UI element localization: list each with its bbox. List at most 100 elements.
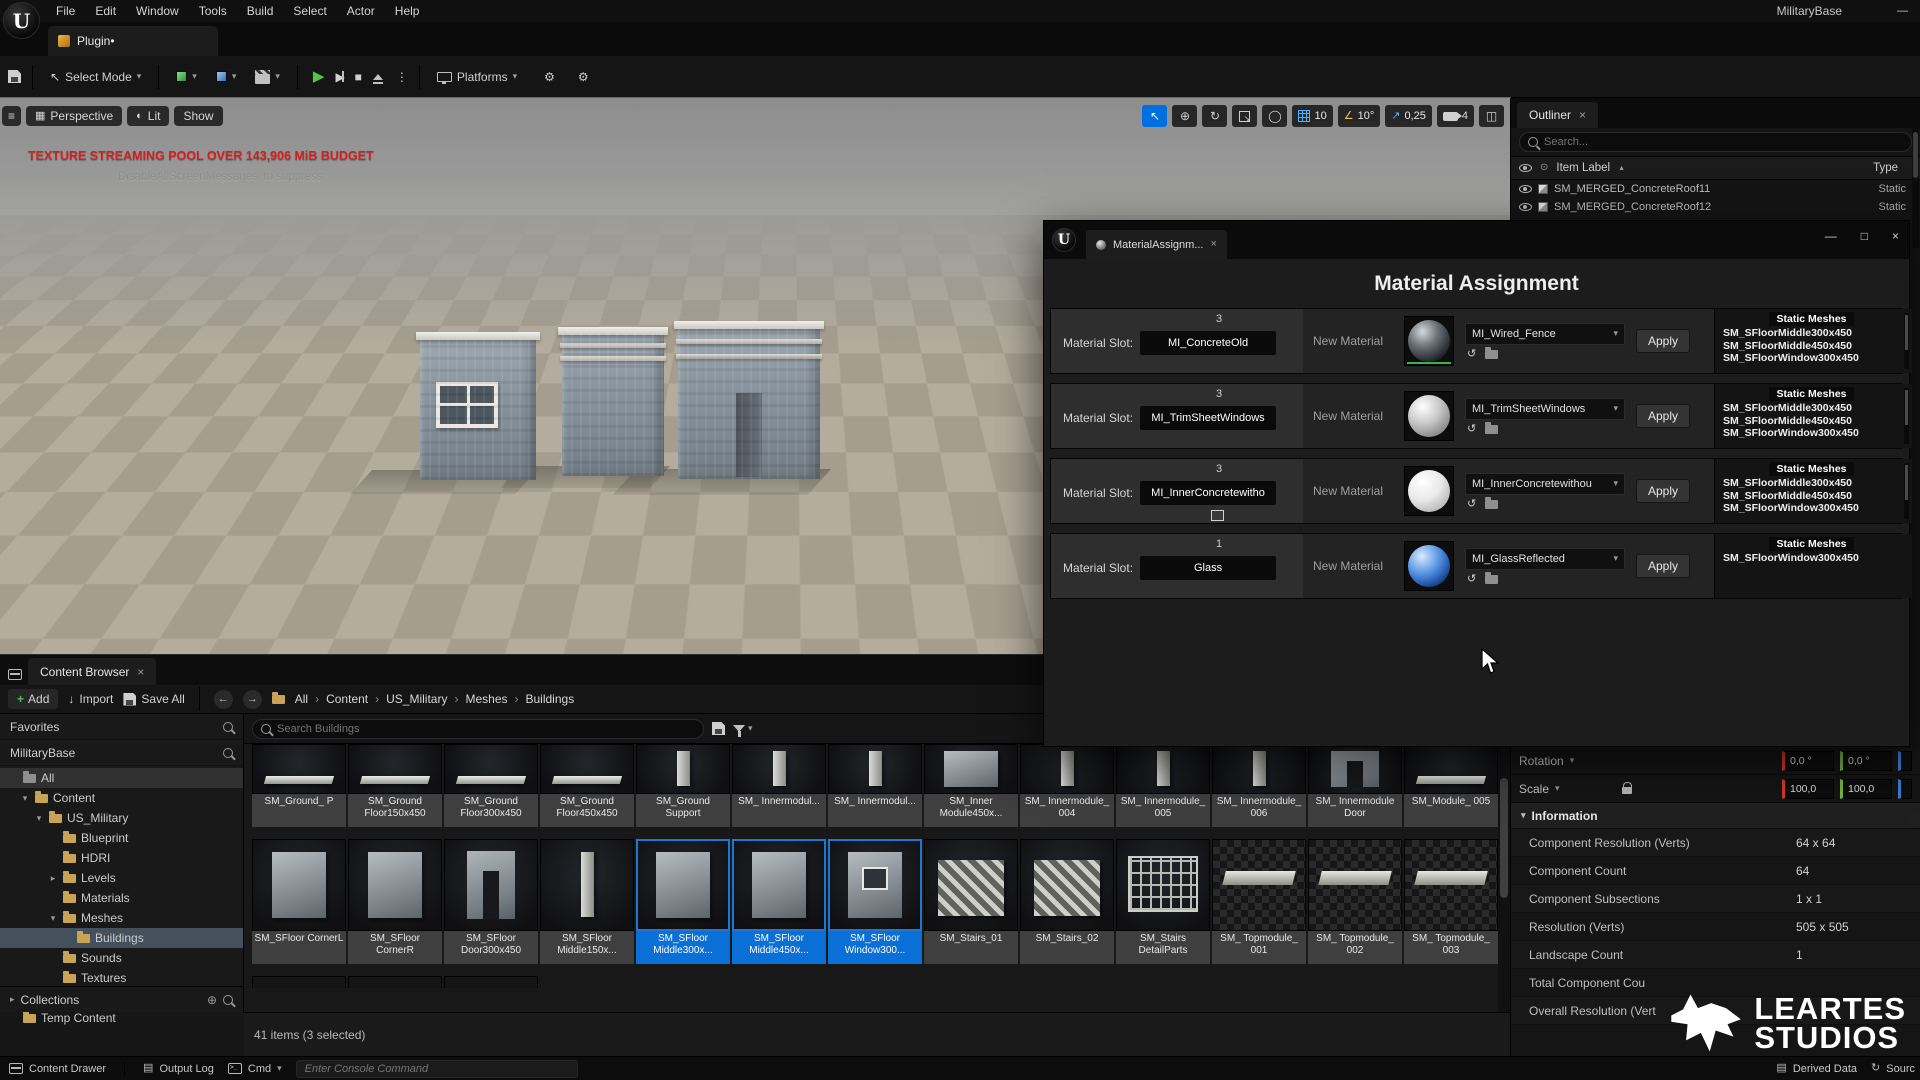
- dialog-tab[interactable]: MaterialAssignm...: [1086, 230, 1227, 259]
- information-section-header[interactable]: Information: [1511, 803, 1920, 829]
- lit-dropdown[interactable]: Lit: [127, 106, 170, 126]
- asset-tile[interactable]: SM_Stairs DetailParts: [1116, 839, 1210, 964]
- asset-tile[interactable]: SM_ Innermodul...: [828, 744, 922, 827]
- asset-tile[interactable]: SM_ Topmodule_ 002: [1308, 839, 1402, 964]
- asset-tile[interactable]: SM_ Topmodule_ 003: [1404, 839, 1498, 964]
- rotation-x-field[interactable]: 0,0 °: [1782, 750, 1834, 771]
- material-thumbnail[interactable]: [1404, 466, 1454, 516]
- show-dropdown[interactable]: Show: [174, 106, 223, 126]
- asset-tile[interactable]: SM_SFloor CornerR: [348, 839, 442, 964]
- asset-tile[interactable]: SM_SFloor Door300x450: [444, 839, 538, 964]
- forward-button[interactable]: [242, 689, 262, 709]
- blueprints-button[interactable]: [210, 67, 243, 86]
- rotation-snap-toggle[interactable]: 10°: [1337, 105, 1381, 127]
- breadcrumb-all[interactable]: All: [295, 692, 308, 706]
- close-icon[interactable]: [137, 666, 144, 678]
- chevron-down-icon[interactable]: [1555, 784, 1560, 793]
- add-collection-icon[interactable]: [207, 994, 217, 1006]
- breadcrumb-buildings[interactable]: Buildings: [526, 692, 575, 706]
- use-selected-icon[interactable]: [1467, 574, 1476, 585]
- breadcrumb-us-military[interactable]: US_Military: [386, 692, 447, 706]
- use-selected-icon[interactable]: [1467, 499, 1476, 510]
- search-icon[interactable]: [223, 747, 233, 758]
- apply-button[interactable]: Apply: [1636, 479, 1690, 503]
- sidebar-item-buildings[interactable]: Buildings: [0, 928, 243, 948]
- material-slot-name[interactable]: MI_TrimSheetWindows: [1140, 406, 1277, 430]
- favorites-header[interactable]: Favorites: [0, 714, 243, 740]
- apply-button[interactable]: Apply: [1636, 404, 1690, 428]
- viewport-options-button[interactable]: ≡: [2, 106, 22, 126]
- maximize-icon[interactable]: [1861, 230, 1868, 242]
- select-mode-dropdown[interactable]: Select Mode: [44, 66, 147, 88]
- asset-grid-scrollbar[interactable]: [1498, 744, 1510, 1012]
- asset-tile[interactable]: SM_Ground_ P: [252, 744, 346, 827]
- project-header[interactable]: MilitaryBase: [0, 740, 243, 766]
- sidebar-item-sounds[interactable]: Sounds: [0, 948, 243, 968]
- cinematics-button[interactable]: [249, 66, 286, 88]
- sidebar-item-content[interactable]: ▾ Content: [0, 788, 243, 808]
- sidebar-item-textures[interactable]: Textures: [0, 968, 243, 988]
- material-dropdown[interactable]: MI_Wired_Fence: [1465, 322, 1625, 345]
- menu-window[interactable]: Window: [126, 0, 189, 22]
- rotation-label[interactable]: Rotation: [1519, 754, 1564, 768]
- close-icon[interactable]: [1210, 239, 1216, 250]
- asset-tile[interactable]: SM_ Innermodul...: [732, 744, 826, 827]
- outliner-row[interactable]: SM_MERGED_ConcreteRoof12 Static: [1511, 198, 1920, 216]
- asset-tile[interactable]: SM_Ground Support: [636, 744, 730, 827]
- asset-tile[interactable]: SM_Stairs_02: [1020, 839, 1114, 964]
- apply-button[interactable]: Apply: [1636, 329, 1690, 353]
- scale-tool-button[interactable]: [1232, 105, 1258, 127]
- play-options-kebab-icon[interactable]: [396, 71, 408, 83]
- rotate-tool-button[interactable]: [1202, 105, 1228, 127]
- menu-edit[interactable]: Edit: [85, 0, 126, 22]
- column-type[interactable]: Type: [1873, 162, 1898, 174]
- minimize-window-icon[interactable]: [1897, 6, 1908, 17]
- browse-icon[interactable]: [1485, 571, 1499, 584]
- static-mesh-wall-left[interactable]: [416, 332, 540, 480]
- derived-data-button[interactable]: Derived Data: [1776, 1063, 1857, 1075]
- asset-tile[interactable]: [348, 976, 442, 988]
- sidebar-item-materials[interactable]: Materials: [0, 888, 243, 908]
- content-drawer-button[interactable]: Content Drawer: [9, 1063, 106, 1075]
- column-item-label[interactable]: Item Label: [1556, 162, 1610, 174]
- material-dropdown[interactable]: MI_InnerConcretewithou: [1465, 472, 1625, 495]
- use-selected-icon[interactable]: [1467, 424, 1476, 435]
- material-thumbnail[interactable]: [1404, 316, 1454, 366]
- sidebar-item-all[interactable]: All: [0, 768, 243, 788]
- breadcrumb-content[interactable]: Content: [326, 692, 368, 706]
- console-command-input[interactable]: [295, 1059, 578, 1078]
- asset-tile[interactable]: SM_ Innermodule_ 006: [1212, 744, 1306, 827]
- menu-tools[interactable]: Tools: [189, 0, 237, 22]
- pin-icon[interactable]: [1540, 163, 1548, 173]
- asset-tile-selected[interactable]: SM_SFloor Middle450x...: [732, 839, 826, 964]
- menu-actor[interactable]: Actor: [337, 0, 385, 22]
- asset-tile[interactable]: SM_ Topmodule_ 001: [1212, 839, 1306, 964]
- camera-speed-control[interactable]: 4: [1436, 105, 1474, 127]
- asset-tile[interactable]: SM_Inner Module450x...: [924, 744, 1018, 827]
- browse-icon[interactable]: [1485, 421, 1499, 434]
- rotation-z-field[interactable]: [1898, 750, 1912, 771]
- asset-tile[interactable]: SM_Ground Floor300x450: [444, 744, 538, 827]
- tab-content-browser[interactable]: Content Browser: [28, 658, 157, 685]
- material-thumbnail[interactable]: [1404, 391, 1454, 441]
- scale-y-field[interactable]: 100,0: [1840, 778, 1892, 799]
- move-tool-button[interactable]: [1172, 105, 1198, 127]
- asset-tile-selected[interactable]: SM_SFloor Window300...: [828, 839, 922, 964]
- chevron-down-icon[interactable]: [1570, 756, 1575, 765]
- tab-outliner[interactable]: Outliner: [1517, 102, 1599, 128]
- maximize-viewport-button[interactable]: [1479, 105, 1504, 127]
- close-window-icon[interactable]: [1892, 230, 1899, 242]
- browse-icon[interactable]: [1485, 496, 1499, 509]
- collections-footer[interactable]: Collections: [0, 986, 243, 1012]
- mesh-list-scrollbar[interactable]: [1904, 313, 1909, 369]
- back-button[interactable]: [213, 689, 233, 709]
- material-thumbnail[interactable]: [1404, 541, 1454, 591]
- menu-file[interactable]: File: [46, 0, 85, 22]
- stop-button[interactable]: [355, 71, 362, 83]
- output-log-button[interactable]: Output Log: [143, 1063, 213, 1075]
- material-slot-name[interactable]: Glass: [1140, 556, 1277, 580]
- grid-snap-value[interactable]: 10: [1314, 110, 1326, 122]
- search-icon[interactable]: [223, 994, 233, 1005]
- material-dropdown[interactable]: MI_GlassReflected: [1465, 547, 1625, 570]
- sidebar-item-us-military[interactable]: ▾ US_Military: [0, 808, 243, 828]
